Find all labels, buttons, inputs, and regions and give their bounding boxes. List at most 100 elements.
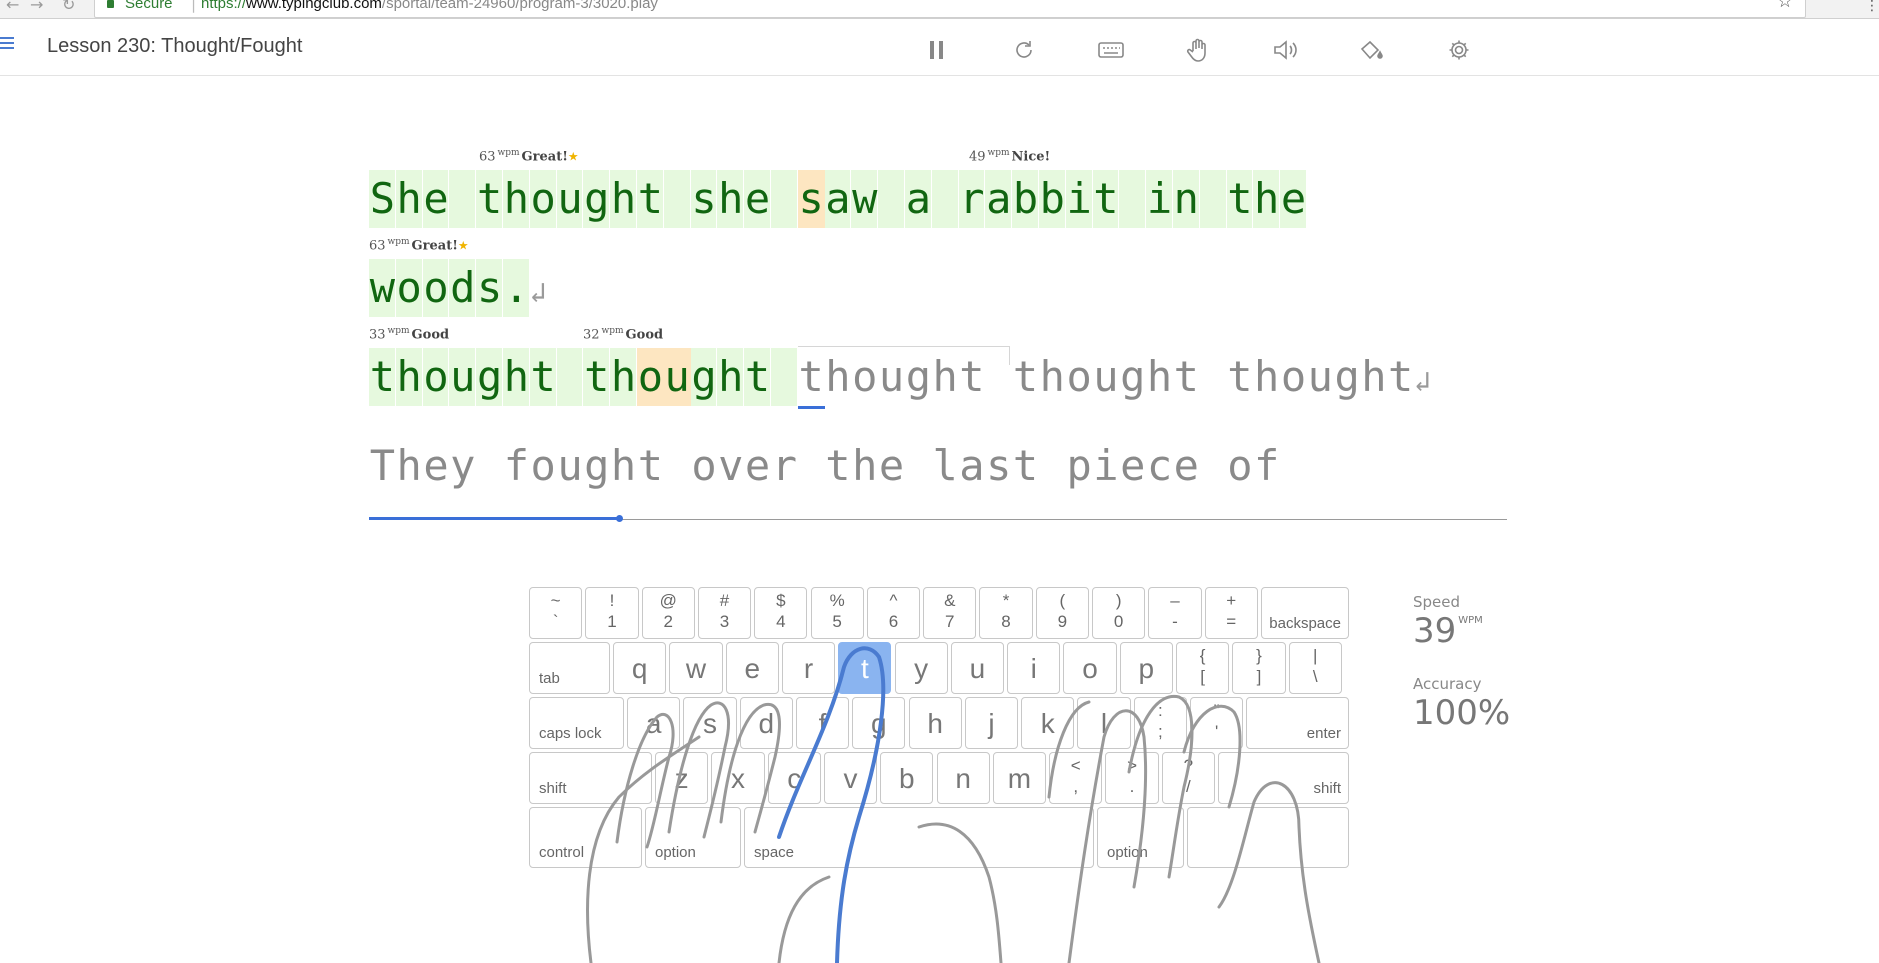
text-char: t <box>1388 352 1414 401</box>
key-z: z <box>655 752 709 804</box>
text-char: o <box>422 348 450 406</box>
key-=: + = <box>1204 587 1258 639</box>
key-shift-left: shift <box>529 752 652 804</box>
text-char: r <box>771 441 797 490</box>
text-char: g <box>1120 352 1146 401</box>
text-char: t <box>959 352 985 401</box>
key-sym-2: ? / <box>1161 752 1215 804</box>
key-y: y <box>894 642 948 694</box>
text-char: l <box>932 441 958 490</box>
address-bar[interactable]: Secure | https://www.typingclub.com/spor… <box>94 0 1806 18</box>
text-char: h <box>610 441 637 490</box>
key-[: {[ <box>1176 642 1230 694</box>
text-char <box>985 348 1012 406</box>
pause-icon[interactable] <box>922 37 952 63</box>
accuracy-label: Accuracy <box>1413 675 1482 693</box>
theme-icon[interactable] <box>1357 37 1387 63</box>
text-char: u <box>449 348 477 406</box>
text-char: e <box>878 441 905 490</box>
text-char: e <box>1173 441 1199 490</box>
wpm-badge: 63 wpm Great!★ <box>479 148 579 165</box>
key-v: v <box>823 752 878 804</box>
key-j: j <box>964 697 1019 749</box>
text-char: h <box>395 170 423 228</box>
text-char: d <box>449 259 477 317</box>
star-icon: ★ <box>457 238 469 253</box>
key-p: p <box>1119 642 1173 694</box>
settings-icon[interactable] <box>1444 37 1474 63</box>
back-icon[interactable]: ← <box>6 0 19 14</box>
text-char <box>905 437 932 495</box>
text-char: o <box>636 348 664 406</box>
key-u: u <box>950 642 1005 694</box>
text-char: o <box>422 259 450 317</box>
bookmark-star-icon[interactable]: ☆ <box>1777 0 1793 12</box>
secure-label: Secure <box>125 0 173 12</box>
key-q: q <box>613 642 667 694</box>
browser-menu-icon[interactable]: ⋮ <box>1865 0 1879 14</box>
text-char: h <box>502 348 530 406</box>
key-sym-0: <, <box>1049 752 1103 804</box>
text-char: y <box>450 441 476 490</box>
text-char: r <box>958 170 986 228</box>
left-index-finger <box>777 646 886 963</box>
text-char: o <box>852 352 878 401</box>
key-g: g <box>852 697 906 749</box>
lock-icon <box>107 0 114 8</box>
key-o: o <box>1063 642 1117 694</box>
text-char: h <box>825 352 851 401</box>
text-char: h <box>852 441 878 490</box>
text-char: t <box>637 441 664 490</box>
text-char: o <box>1066 352 1092 401</box>
text-char: u <box>878 352 905 401</box>
text-char <box>664 437 691 495</box>
wpm-badge: 49 wpm Nice! <box>969 148 1051 165</box>
text-char: h <box>610 348 637 406</box>
text-char: a <box>824 170 852 228</box>
text-char: g <box>476 348 503 406</box>
key-shift-right: shift <box>1218 752 1349 804</box>
text-char: u <box>557 441 583 490</box>
text-char: v <box>718 441 744 490</box>
key-enter: enter <box>1246 697 1349 749</box>
key-\: | \ <box>1288 642 1342 694</box>
wpm-badge: 33 wpm Good <box>369 326 450 343</box>
text-char: t <box>476 170 503 228</box>
stats-panel: Speed 39 WPM Accuracy 100% <box>1413 593 1510 733</box>
text-char: u <box>663 348 691 406</box>
text-char: e <box>744 441 771 490</box>
forward-icon[interactable]: → <box>30 0 43 14</box>
key-6: ^ 6 <box>866 587 921 639</box>
text-char: f <box>503 441 530 490</box>
sound-icon[interactable] <box>1270 37 1300 63</box>
key-t: t <box>838 642 892 694</box>
reload-icon[interactable]: ↻ <box>62 0 75 14</box>
restart-icon[interactable] <box>1009 37 1039 63</box>
accuracy-value: 100% <box>1413 693 1511 733</box>
hand-icon[interactable] <box>1183 37 1213 63</box>
text-char: g <box>690 348 718 406</box>
text-char: g <box>1334 352 1360 401</box>
url-scheme: https:// <box>201 0 247 12</box>
text-char <box>476 437 503 495</box>
text-char: t <box>1226 170 1254 228</box>
text-char: b <box>1012 170 1039 228</box>
text-char: e <box>422 170 450 228</box>
key-l: l <box>1077 697 1131 749</box>
text-char <box>663 170 691 228</box>
text-char: h <box>1254 352 1280 401</box>
key-a: a <box>627 697 681 749</box>
key-s: s <box>683 697 737 749</box>
text-char: h <box>395 348 423 406</box>
key-5: % 5 <box>810 587 864 639</box>
browser-toolbar: ← → ↻ Secure | https://www.typingclub.co… <box>0 0 1879 19</box>
typing-text-area[interactable]: 63 wpm Great!★ 49 wpm Nice! 63 wpm Great!★ 33 w… <box>369 140 1509 530</box>
keyboard-icon[interactable] <box>1096 37 1126 63</box>
key-k: k <box>1021 697 1075 749</box>
menu-icon[interactable] <box>0 37 14 51</box>
star-icon: ★ <box>567 149 579 164</box>
text-char: t <box>636 170 664 228</box>
text-char: w <box>851 170 879 228</box>
text-char: b <box>1038 170 1066 228</box>
key-c: c <box>767 752 821 804</box>
